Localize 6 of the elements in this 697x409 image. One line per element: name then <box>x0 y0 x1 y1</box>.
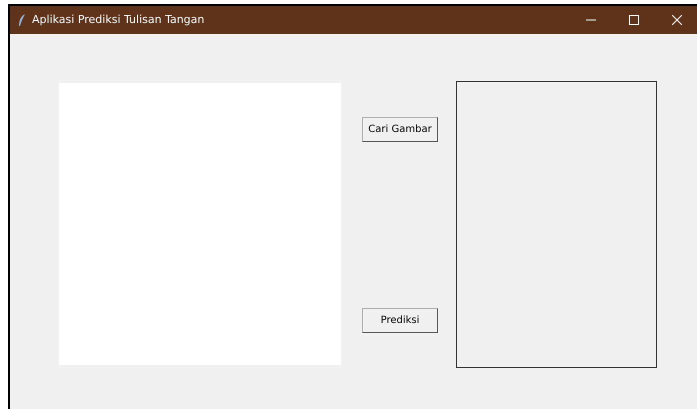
feather-icon <box>18 14 26 26</box>
close-icon[interactable] <box>672 15 682 25</box>
maximize-icon[interactable] <box>628 15 638 25</box>
predict-button[interactable]: Prediksi <box>362 308 438 333</box>
window-title: Aplikasi Prediksi Tulisan Tangan <box>32 12 204 28</box>
browse-button[interactable]: Cari Gambar <box>362 117 438 142</box>
